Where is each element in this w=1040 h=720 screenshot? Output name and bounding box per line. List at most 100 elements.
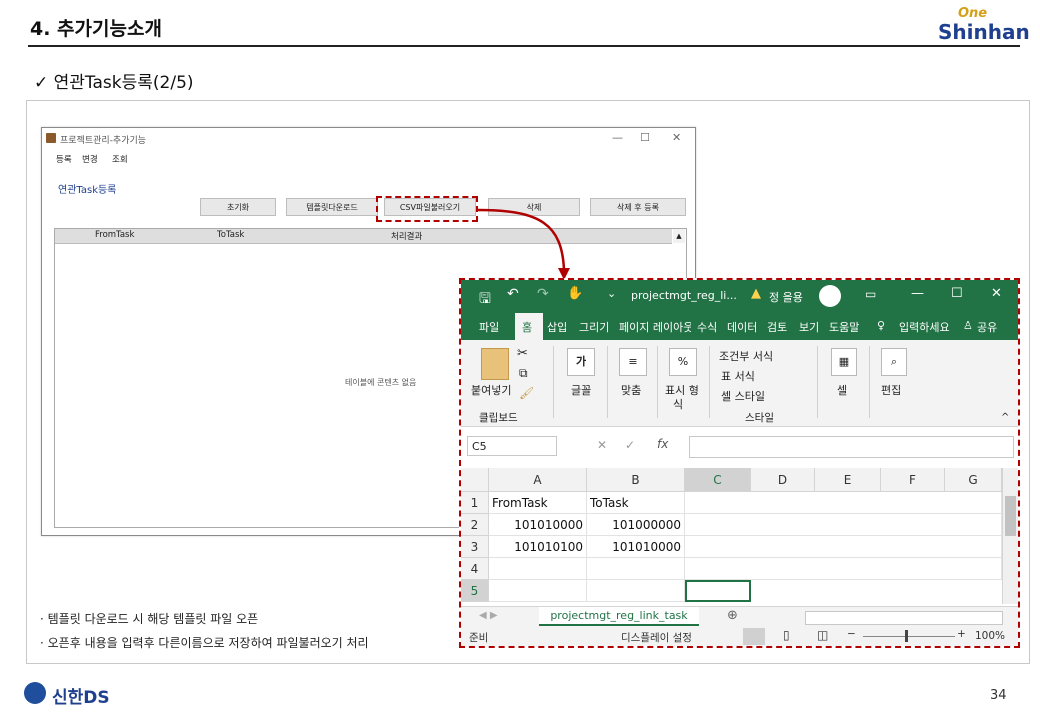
alignment-button[interactable]: 맞춤	[621, 382, 641, 398]
zoom-in-icon[interactable]: +	[957, 628, 966, 640]
display-settings[interactable]: 디스플레이 설정	[621, 630, 692, 645]
cells-icon[interactable]: ▦	[831, 348, 857, 376]
user-name[interactable]: 정 을용	[769, 289, 803, 305]
lightbulb-icon[interactable]: ♀	[877, 319, 885, 332]
grid-header-fromtask[interactable]: FromTask	[95, 230, 134, 240]
conditional-format-button[interactable]: 조건부 서식	[719, 348, 773, 364]
row-empty-cells[interactable]	[685, 536, 1002, 558]
zoom-slider-thumb[interactable]	[905, 630, 908, 642]
column-header-d[interactable]: D	[751, 468, 815, 492]
grid-header-totask[interactable]: ToTask	[217, 230, 244, 240]
cells-button[interactable]: 셀	[837, 382, 847, 398]
horizontal-scrollbar[interactable]	[805, 611, 1003, 625]
cell-b4[interactable]	[587, 558, 685, 580]
percent-icon[interactable]: %	[669, 348, 697, 376]
formula-input[interactable]	[689, 436, 1014, 458]
delete-and-register-button[interactable]: 삭제 후 등록	[590, 198, 686, 216]
active-cell-c5[interactable]	[685, 580, 751, 602]
row-header[interactable]: 1	[461, 492, 489, 514]
share-button[interactable]: 공유	[977, 319, 997, 335]
name-box[interactable]: C5	[467, 436, 557, 456]
ribbon-display-icon[interactable]: ▭	[865, 287, 876, 301]
page-break-view-icon[interactable]: ◫	[817, 628, 828, 642]
cell-a1[interactable]: FromTask	[489, 492, 587, 514]
paste-button[interactable]: 붙여넣기	[471, 382, 511, 398]
page-layout-view-icon[interactable]: ▯	[783, 628, 790, 642]
worksheet[interactable]: A B C D E F G 1 FromTask ToTask 2 101010…	[461, 468, 1018, 604]
zoom-slider[interactable]	[863, 636, 955, 637]
cell-b5[interactable]	[587, 580, 685, 602]
tab-help[interactable]: 도움말	[829, 319, 859, 335]
tell-me-input[interactable]: 입력하세요	[899, 319, 950, 335]
menu-search[interactable]: 조회	[112, 153, 128, 165]
tab-review[interactable]: 검토	[767, 319, 787, 335]
add-sheet-icon[interactable]: ⊕	[727, 608, 738, 623]
sheet-prev-icon[interactable]: ◀ ▶	[479, 610, 498, 621]
menu-change[interactable]: 변경	[82, 153, 98, 165]
cancel-icon[interactable]: ✕	[597, 438, 607, 452]
font-icon[interactable]: 가	[567, 348, 595, 376]
cell-styles-button[interactable]: 셀 스타일	[721, 388, 765, 404]
save-icon[interactable]: 🖫	[479, 288, 491, 312]
cut-icon[interactable]: ✂	[517, 346, 528, 361]
align-icon[interactable]: ≡	[619, 348, 647, 376]
close-icon[interactable]: ✕	[672, 131, 681, 144]
row-header[interactable]: 4	[461, 558, 489, 580]
tab-draw[interactable]: 그리기	[579, 319, 609, 335]
number-format-button-line2[interactable]: 식	[673, 396, 683, 412]
tab-formulas[interactable]: 수식	[697, 319, 717, 335]
select-all-corner[interactable]	[461, 468, 489, 492]
editing-button[interactable]: 편집	[881, 382, 901, 398]
grid-header-result[interactable]: 처리결과	[391, 230, 422, 242]
sheet-tab[interactable]: projectmgt_reg_link_task	[539, 607, 699, 626]
close-icon[interactable]: ✕	[991, 286, 1002, 301]
search-icon[interactable]: ⌕	[881, 348, 907, 376]
paste-icon[interactable]	[481, 348, 509, 380]
tab-home[interactable]: 홈	[522, 319, 532, 335]
function-icon[interactable]: fx	[657, 437, 668, 451]
scrollbar-thumb[interactable]	[1005, 496, 1016, 536]
column-header-a[interactable]: A	[489, 468, 587, 492]
normal-view-icon[interactable]	[743, 628, 765, 645]
cell-b2[interactable]: 101000000	[587, 514, 685, 536]
cell-b3[interactable]: 101010000	[587, 536, 685, 558]
cell-b1[interactable]: ToTask	[587, 492, 685, 514]
undo-icon[interactable]: ↶	[507, 286, 519, 302]
cell-a3[interactable]: 101010100	[489, 536, 587, 558]
cell-a2[interactable]: 101010000	[489, 514, 587, 536]
column-header-e[interactable]: E	[815, 468, 881, 492]
column-header-f[interactable]: F	[881, 468, 945, 492]
menu-register[interactable]: 등록	[56, 153, 72, 165]
row-empty-cells[interactable]	[685, 514, 1002, 536]
copy-icon[interactable]: ⧉	[519, 366, 528, 381]
zoom-level[interactable]: 100%	[975, 630, 1005, 642]
column-header-c[interactable]: C	[685, 468, 751, 492]
minimize-icon[interactable]: —	[612, 131, 623, 144]
scroll-up-icon[interactable]: ▲	[673, 229, 685, 243]
row-empty-cells[interactable]	[685, 492, 1002, 514]
tab-file[interactable]: 파일	[479, 319, 499, 335]
cell-a4[interactable]	[489, 558, 587, 580]
collapse-ribbon-icon[interactable]: ^	[1001, 412, 1009, 423]
column-header-b[interactable]: B	[587, 468, 685, 492]
enter-icon[interactable]: ✓	[625, 438, 635, 452]
column-header-g[interactable]: G	[945, 468, 1002, 492]
reset-button[interactable]: 초기화	[200, 198, 276, 216]
row-empty-cells[interactable]	[685, 558, 1002, 580]
cell-a5[interactable]	[489, 580, 587, 602]
format-as-table-button[interactable]: 표 서식	[721, 368, 755, 384]
template-download-button[interactable]: 템플릿다운로드	[286, 198, 378, 216]
vertical-scrollbar[interactable]	[1002, 468, 1018, 604]
font-button[interactable]: 글꼴	[571, 382, 591, 398]
avatar[interactable]	[819, 285, 841, 307]
tab-page-layout[interactable]: 페이지 레이아웃	[619, 319, 691, 335]
format-painter-icon[interactable]: 🖌	[519, 386, 534, 400]
redo-icon[interactable]: ↷	[537, 286, 549, 302]
tab-view[interactable]: 보기	[799, 319, 819, 335]
customize-toolbar-icon[interactable]: ⌄	[607, 287, 616, 300]
minimize-icon[interactable]: —	[911, 286, 924, 301]
row-header[interactable]: 3	[461, 536, 489, 558]
touch-mode-icon[interactable]: ✋	[567, 286, 583, 301]
zoom-out-icon[interactable]: −	[847, 628, 856, 640]
row-header[interactable]: 2	[461, 514, 489, 536]
